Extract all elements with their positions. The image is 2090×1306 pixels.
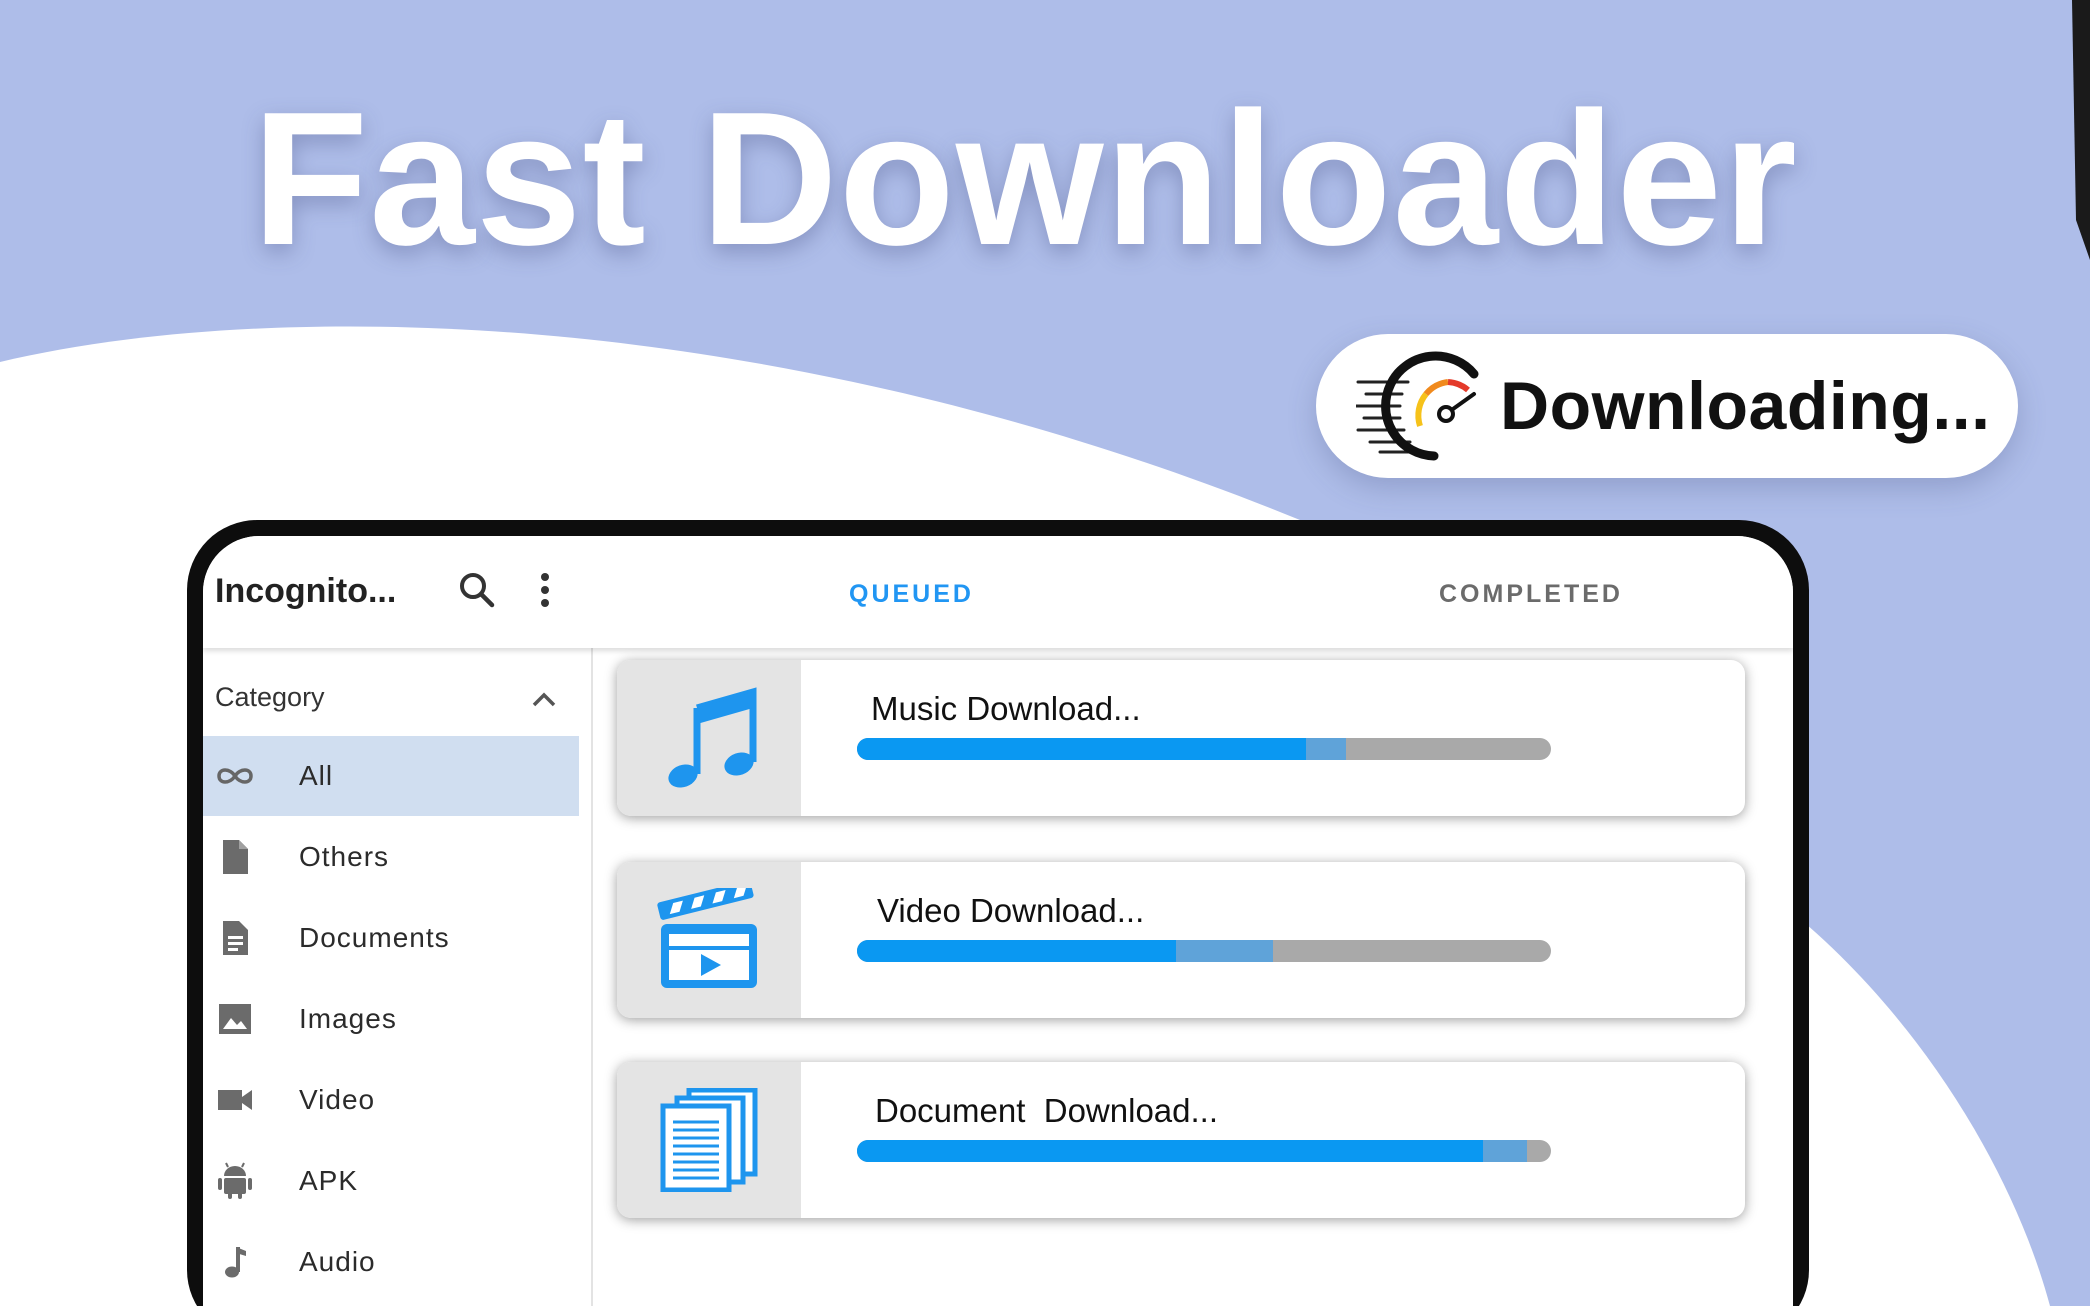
search-icon[interactable]	[453, 566, 501, 614]
sidebar-item-others[interactable]: Others	[203, 817, 579, 897]
music-icon	[668, 687, 757, 788]
progress-bar	[857, 738, 1551, 760]
category-sidebar: Category All Others Documents Images Vid…	[203, 648, 593, 1306]
progress-fill	[857, 738, 1307, 760]
sidebar-item-all[interactable]: All	[203, 736, 579, 816]
sidebar-item-label: All	[299, 760, 334, 791]
music-note-icon	[225, 1247, 246, 1278]
sidebar-item-label: Audio	[299, 1246, 376, 1277]
status-text: Downloading...	[1500, 368, 1991, 444]
category-header[interactable]: Category	[203, 648, 579, 736]
sidebar-item-label: Documents	[299, 922, 450, 953]
more-vert-icon[interactable]	[521, 566, 569, 614]
clapperboard-icon	[657, 888, 757, 988]
hero-title: Fast Downloader	[252, 73, 1798, 285]
speedometer-icon	[1356, 351, 1479, 461]
download-name: Video Download...	[877, 892, 1145, 929]
image-icon	[219, 1004, 251, 1034]
download-card-music[interactable]: Music Download...	[617, 660, 1745, 816]
app-title: Incognito...	[215, 572, 397, 610]
download-name: Music Download...	[871, 690, 1141, 727]
sidebar-item-label: Images	[299, 1003, 397, 1034]
download-name: Document Download...	[875, 1092, 1219, 1129]
app-bar: Incognito... QUEUED COMPLETED	[203, 536, 1793, 648]
progress-fill	[857, 1140, 1483, 1162]
card-thumbnail	[617, 660, 801, 816]
progress-fill	[857, 940, 1177, 962]
tab-queued[interactable]: QUEUED	[849, 580, 974, 609]
sidebar-item-label: Video	[299, 1084, 376, 1115]
document-icon	[223, 921, 248, 955]
sidebar-item-images[interactable]: Images	[203, 979, 579, 1059]
android-icon	[218, 1162, 252, 1199]
sidebar-item-label: APK	[299, 1165, 359, 1196]
download-card-document[interactable]: Document Download...	[617, 1062, 1745, 1218]
chevron-up-icon[interactable]	[529, 684, 559, 714]
sidebar-item-video[interactable]: Video	[203, 1060, 579, 1140]
infinity-icon	[217, 768, 253, 784]
progress-bar	[857, 940, 1551, 962]
sidebar-item-label: Others	[299, 841, 390, 872]
tablet-frame: Incognito... QUEUED COMPLETED Category A…	[187, 520, 1809, 1306]
download-card-video[interactable]: Video Download...	[617, 862, 1745, 1018]
sidebar-item-documents[interactable]: Documents	[203, 898, 579, 978]
file-icon	[223, 840, 248, 874]
sidebar-item-apk[interactable]: APK	[203, 1141, 579, 1221]
documents-stack-icon	[660, 1088, 758, 1192]
tab-completed[interactable]: COMPLETED	[1439, 580, 1623, 609]
downloading-status-pill: Downloading...	[1316, 334, 2018, 478]
progress-bar	[857, 1140, 1551, 1162]
app-screen: Incognito... QUEUED COMPLETED Category A…	[203, 536, 1793, 1306]
sidebar-item-audio[interactable]: Audio	[203, 1222, 579, 1302]
category-label: Category	[215, 682, 325, 712]
card-thumbnail	[617, 862, 801, 1018]
card-thumbnail	[617, 1062, 801, 1218]
videocam-icon	[218, 1090, 252, 1110]
